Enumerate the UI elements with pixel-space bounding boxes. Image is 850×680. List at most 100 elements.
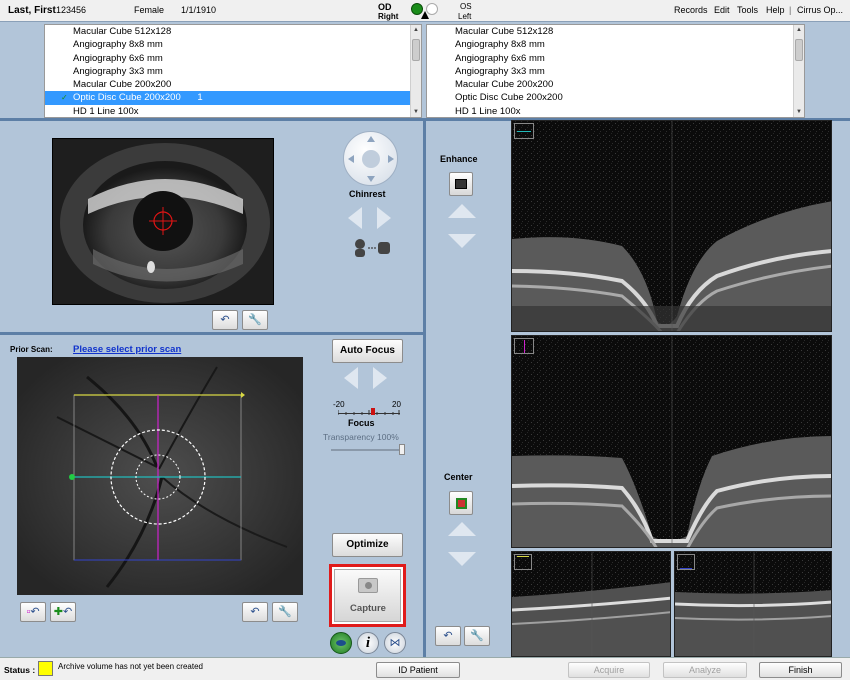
patient-name: Last, First	[8, 5, 56, 16]
menu-help[interactable]: Help	[766, 5, 785, 15]
oct-bscan-top[interactable]	[511, 551, 671, 657]
scroll-thumb[interactable]	[795, 39, 803, 61]
scrollbar[interactable]: ▲ ▼	[410, 25, 421, 117]
chevron-down-icon[interactable]	[367, 176, 375, 182]
horizontal-scan-marker-icon	[514, 123, 534, 139]
list-item[interactable]: HD 1 Line 100x	[427, 105, 804, 117]
list-item[interactable]: Angiography 3x3 mm	[427, 65, 804, 78]
list-item[interactable]: Angiography 8x8 mm	[45, 38, 421, 51]
undo-button[interactable]: ↶	[212, 310, 238, 330]
oct-undo-button[interactable]: ↶	[435, 626, 461, 646]
capture-button-highlight[interactable]: Capture	[329, 564, 406, 627]
chevron-right-icon[interactable]	[388, 155, 394, 163]
scroll-down-icon[interactable]: ▼	[411, 107, 421, 117]
fundus-undo-button[interactable]: ↶	[242, 602, 268, 622]
list-item[interactable]: Angiography 6x6 mm	[45, 52, 421, 65]
oct-wrench-button[interactable]: 🔧	[464, 626, 490, 646]
scroll-up-icon[interactable]: ▲	[411, 25, 421, 35]
status-message: Archive volume has not yet been created	[58, 662, 203, 671]
scan-mode-icon[interactable]: ⋈	[384, 632, 406, 654]
select-prior-scan-link[interactable]: Please select prior scan	[73, 344, 181, 355]
chevron-left-icon[interactable]	[348, 155, 354, 163]
scroll-up-icon[interactable]: ▲	[794, 25, 804, 35]
oct-bscan-horizontal[interactable]	[511, 120, 832, 332]
check-icon: ✓	[61, 93, 68, 103]
prior-scan-select-button[interactable]: ▫↶	[20, 602, 46, 622]
list-item[interactable]: Macular Cube 200x200	[45, 78, 421, 91]
divider	[423, 118, 426, 658]
list-item[interactable]: Angiography 6x6 mm	[427, 52, 804, 65]
scan-list-right[interactable]: Macular Cube 512x128 Angiography 8x8 mm …	[44, 24, 422, 118]
list-item[interactable]: Angiography 8x8 mm	[427, 38, 804, 51]
chinrest-joystick[interactable]	[343, 131, 398, 186]
menu-edit[interactable]: Edit	[714, 5, 730, 15]
menu-cirrus[interactable]: Cirrus Op...	[797, 5, 843, 15]
acquire-button[interactable]: Acquire	[568, 662, 650, 678]
center-button[interactable]	[449, 491, 473, 515]
fundus-view[interactable]	[17, 357, 303, 595]
list-item[interactable]: Macular Cube 200x200	[427, 78, 804, 91]
vertical-scan-marker-icon	[514, 338, 534, 354]
list-item[interactable]: Optic Disc Cube 200x200	[427, 91, 804, 104]
oct-top-image	[512, 552, 670, 656]
list-item-label: Optic Disc Cube 200x200	[73, 92, 181, 104]
iris-view[interactable]	[52, 138, 274, 305]
analyze-button[interactable]: Analyze	[663, 662, 747, 678]
optimize-button[interactable]: Optimize	[332, 533, 403, 557]
fundus-wrench-button[interactable]: 🔧	[272, 602, 298, 622]
scroll-down-icon[interactable]: ▼	[794, 107, 804, 117]
center-up-button[interactable]	[448, 522, 476, 536]
scan-count: 1	[197, 92, 203, 104]
add-scan-button[interactable]: ✚↶	[50, 602, 76, 622]
scan-list-left[interactable]: Macular Cube 512x128 Angiography 8x8 mm …	[426, 24, 805, 118]
os-label: OS	[460, 2, 472, 11]
auto-focus-button[interactable]: Auto Focus	[332, 339, 403, 363]
patient-id: 123456	[56, 5, 87, 15]
menu-records[interactable]: Records	[674, 5, 708, 15]
center-down-button[interactable]	[448, 552, 476, 566]
oct-bottom-image	[675, 552, 831, 656]
list-item[interactable]: Macular Cube 512x128	[45, 25, 421, 38]
focus-min-label: -20	[333, 400, 345, 409]
list-item-selected[interactable]: ✓ Optic Disc Cube 200x200 1	[45, 91, 421, 105]
menu-tools[interactable]: Tools	[737, 5, 758, 15]
joystick-center	[362, 150, 380, 168]
status-indicator	[38, 661, 53, 676]
enhance-button[interactable]	[449, 172, 473, 196]
scroll-thumb[interactable]	[412, 39, 420, 61]
capture-button[interactable]: Capture	[334, 569, 401, 622]
info-icon[interactable]: i	[357, 632, 379, 654]
id-patient-button[interactable]: ID Patient	[376, 662, 460, 678]
status-label: Status :	[4, 665, 36, 675]
chevron-up-icon[interactable]	[367, 136, 375, 142]
oct-vertical-image	[512, 336, 831, 547]
os-sub: Left	[458, 12, 472, 21]
eye-tracking-icon[interactable]	[330, 632, 352, 654]
eye-indicator-icon	[421, 11, 429, 19]
fundus-image	[17, 357, 303, 595]
list-item[interactable]: HD 1 Line 100x	[45, 105, 421, 117]
oct-horizontal-image	[512, 121, 831, 331]
list-item[interactable]: Angiography 3x3 mm	[45, 65, 421, 78]
transparency-slider[interactable]	[331, 444, 405, 455]
focus-left-button[interactable]	[344, 367, 358, 389]
oct-bscan-bottom[interactable]	[674, 551, 832, 657]
patient-head-icon	[352, 238, 394, 258]
scrollbar[interactable]: ▲ ▼	[793, 25, 804, 117]
wrench-button[interactable]: 🔧	[242, 310, 268, 330]
enhance-up-button[interactable]	[448, 204, 476, 218]
chinrest-label: Chinrest	[349, 189, 386, 199]
chinrest-right-button[interactable]	[377, 207, 391, 229]
focus-scale[interactable]	[338, 408, 400, 415]
enhance-label: Enhance	[440, 154, 478, 164]
transparency-thumb[interactable]	[399, 444, 405, 455]
capture-label: Capture	[350, 603, 386, 614]
focus-marker[interactable]	[371, 408, 376, 415]
focus-right-button[interactable]	[373, 367, 387, 389]
finish-button[interactable]: Finish	[759, 662, 842, 678]
oct-bscan-vertical[interactable]	[511, 335, 832, 548]
chinrest-left-button[interactable]	[348, 207, 362, 229]
list-item[interactable]: Macular Cube 512x128	[427, 25, 804, 38]
enhance-down-button[interactable]	[448, 234, 476, 248]
patient-sex: Female	[134, 5, 165, 15]
